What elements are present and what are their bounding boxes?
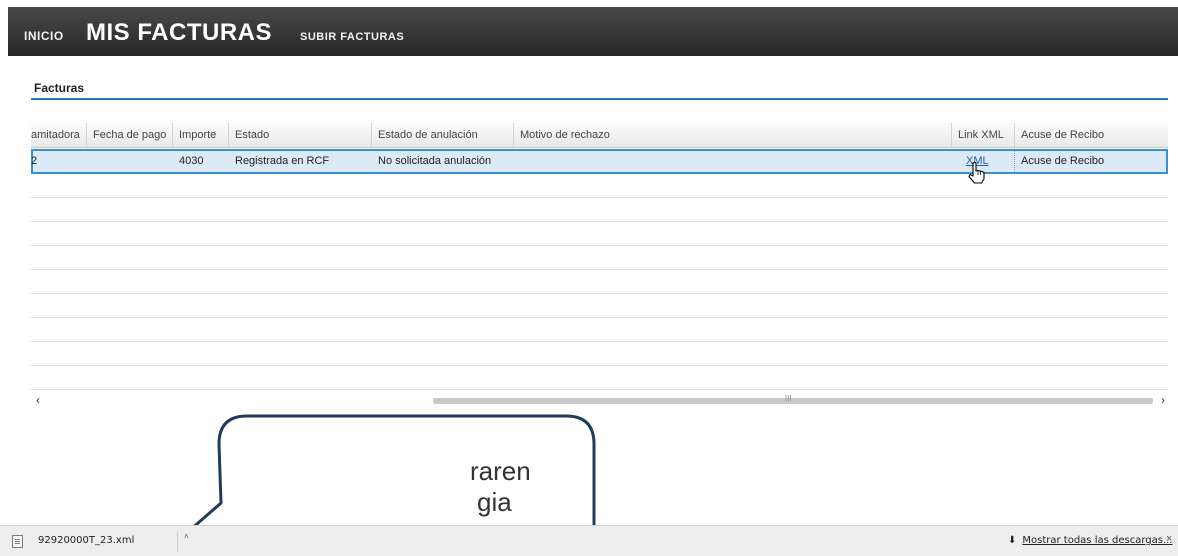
file-icon <box>12 535 23 548</box>
download-arrow-icon: ⬇ <box>1008 535 1017 546</box>
download-item-separator <box>177 532 178 552</box>
close-icon[interactable]: × <box>1166 533 1172 545</box>
download-bar: 92920000T_23.xml ˄ ⬇ Mostrar todas las de… <box>0 525 1178 556</box>
show-all-downloads[interactable]: ⬇ Mostrar todas las descargas... <box>1008 535 1173 546</box>
download-item[interactable]: 92920000T_23.xml ˄ <box>8 530 189 553</box>
show-all-downloads-link[interactable]: Mostrar todas las descargas... <box>1022 535 1172 546</box>
download-file-name[interactable]: 92920000T_23.xml <box>38 535 134 546</box>
speech-bubble <box>188 414 596 556</box>
chevron-down-icon[interactable]: ˄ <box>184 532 189 541</box>
bubble-line-1: raren <box>470 456 531 486</box>
bubble-line-2: gia <box>477 487 512 517</box>
hand-pointer-icon <box>968 162 985 184</box>
bubble-text: raren gia <box>470 456 531 518</box>
